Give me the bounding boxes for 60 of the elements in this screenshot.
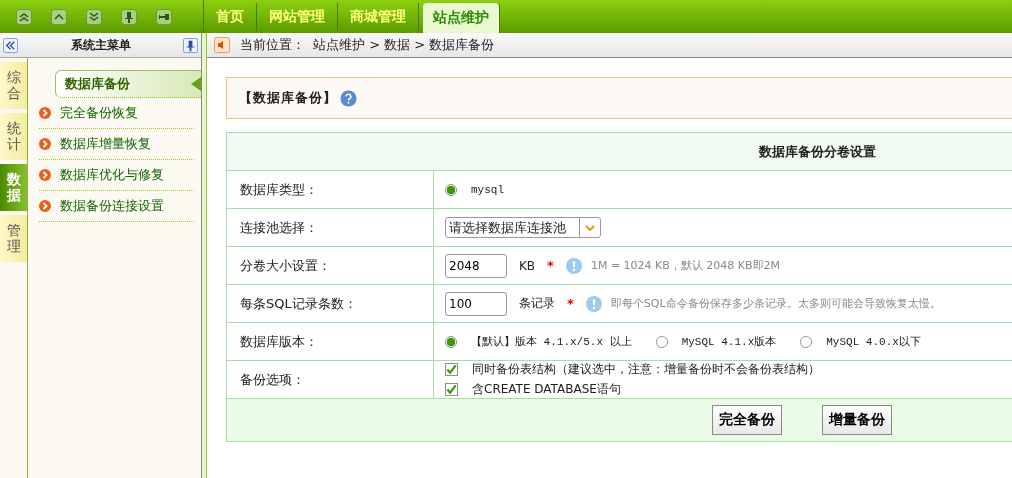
radio-label: MySQL 4.0.x以下 — [826, 335, 921, 349]
caret-icon — [585, 224, 595, 231]
pin-icon[interactable] — [156, 9, 172, 25]
input-field[interactable]: 100 — [445, 291, 507, 316]
arrow-bullet-icon — [39, 138, 51, 150]
unit-label: KB — [519, 258, 536, 273]
radio-button[interactable] — [800, 335, 813, 348]
field-label: 连接池选择： — [226, 208, 434, 247]
field-label: 分卷大小设置： — [226, 246, 434, 285]
speaker-icon — [214, 37, 230, 53]
help-icon[interactable] — [340, 89, 357, 107]
nav-tab[interactable]: 站点维护 — [423, 3, 500, 33]
input-field[interactable]: 2048 — [445, 253, 507, 278]
checkbox[interactable] — [445, 363, 458, 376]
side-tab[interactable]: 综合 — [0, 62, 27, 109]
field-label: 备份选项： — [226, 360, 434, 399]
backup-button[interactable]: 增量备份 — [822, 405, 892, 435]
pool-dropdown[interactable]: 请选择数据库连接池 — [445, 217, 601, 238]
up-icon[interactable] — [51, 9, 67, 25]
breadcrumb-path: 站点维护 > 数据 > 数据库备份 — [313, 36, 495, 54]
hint-text: 即每个SQL命令备份保存多少条记录。太多则可能会导致恢复太慢。 — [610, 296, 941, 311]
menu-link[interactable]: 完全备份恢复 — [60, 104, 138, 122]
menu-link[interactable]: 数据库增量恢复 — [60, 135, 151, 153]
radio-label: mysql — [471, 183, 504, 196]
required-mark: * — [567, 296, 574, 311]
field-label: 数据库类型： — [226, 170, 434, 209]
collapse-icon[interactable] — [3, 37, 18, 53]
radio-button[interactable] — [445, 335, 457, 348]
menu-section-header[interactable]: 数据库备份 — [55, 70, 201, 98]
arrow-bullet-icon — [39, 200, 51, 212]
double-up-icon[interactable] — [16, 9, 32, 25]
field-label: 数据库版本： — [226, 322, 434, 361]
pin-icon[interactable] — [183, 37, 198, 53]
down-icon[interactable] — [86, 9, 102, 25]
arrow-bullet-icon — [39, 107, 51, 119]
sidebar-title: 系统主菜单 — [70, 36, 131, 54]
radio-button[interactable] — [655, 335, 668, 348]
side-tab[interactable]: 统计 — [0, 113, 27, 160]
arrow-bullet-icon — [39, 169, 51, 181]
breadcrumb-label: 当前位置： — [240, 36, 305, 54]
checkbox[interactable] — [445, 383, 458, 396]
info-icon — [585, 295, 602, 312]
required-mark: * — [547, 258, 554, 273]
backup-button[interactable]: 完全备份 — [712, 405, 782, 435]
table-heading: 数据库备份分卷设置 — [759, 143, 876, 159]
pin-icon[interactable] — [121, 9, 137, 25]
menu-link[interactable]: 数据备份连接设置 — [60, 197, 164, 215]
side-tab[interactable]: 管理 — [0, 215, 27, 262]
radio-label: 【默认】版本 4.1.x/5.x 以上 — [471, 335, 632, 349]
checkbox-label: 含CREATE DATABASE语句 — [472, 381, 621, 398]
triangle-icon — [191, 77, 201, 91]
radio-button[interactable] — [445, 183, 457, 196]
checkbox-label: 同时备份表结构（建议选中，注意：增量备份时不会备份表结构） — [472, 361, 820, 378]
menu-link[interactable]: 数据库优化与修复 — [60, 166, 164, 184]
panel-title: 【数据库备份】 — [239, 89, 337, 107]
field-label: 每条SQL记录条数： — [226, 284, 434, 323]
unit-label: 条记录 — [519, 295, 555, 312]
hint-text: 1M = 1024 KB，默认 2048 KB即2M — [590, 258, 781, 273]
info-icon — [565, 257, 582, 274]
radio-label: MySQL 4.1.x版本 — [681, 335, 777, 349]
